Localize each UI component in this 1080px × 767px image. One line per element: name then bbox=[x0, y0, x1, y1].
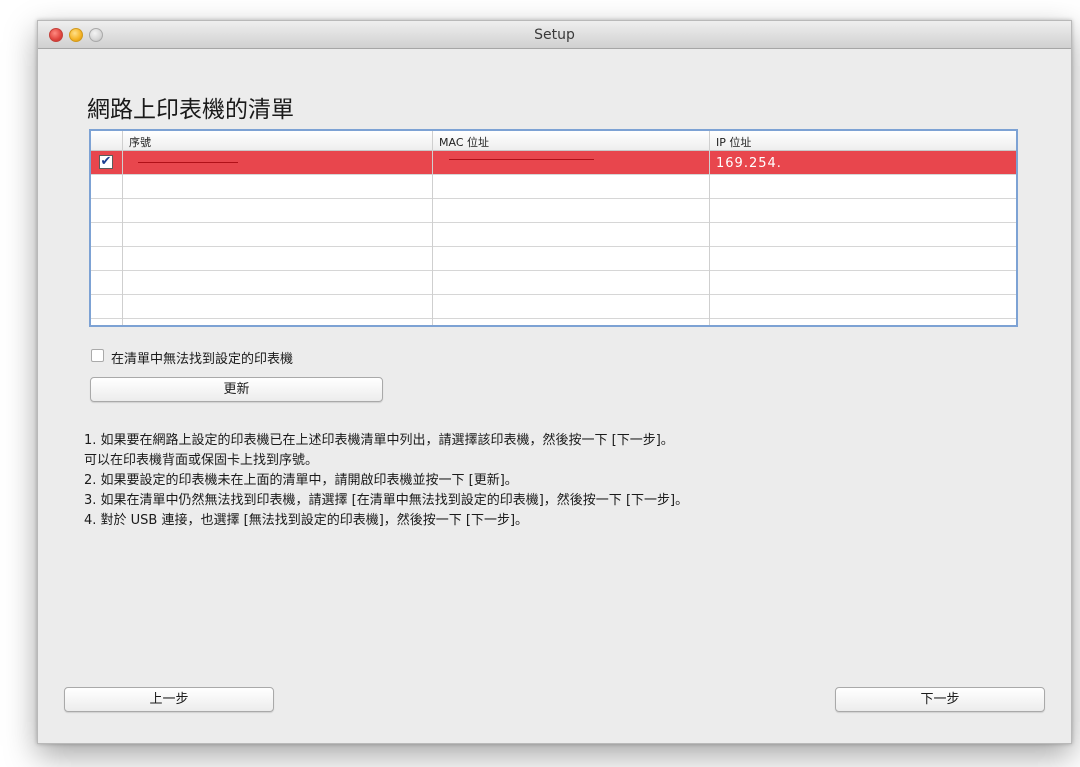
column-divider bbox=[709, 131, 710, 325]
instruction-line: 2. 如果要設定的印表機未在上面的清單中，請開啟印表機並按一下 [更新]。 bbox=[84, 473, 518, 488]
table-row[interactable] bbox=[91, 223, 1016, 247]
column-header-ip[interactable]: IP 位址 bbox=[716, 134, 751, 150]
printer-not-found-label[interactable]: 在清單中無法找到設定的印表機 bbox=[111, 348, 293, 367]
setup-window: Setup 網路上印表機的清單 序號 MAC 位址 IP 位址 ✔ 169.25… bbox=[37, 20, 1072, 744]
table-row[interactable] bbox=[91, 175, 1016, 199]
table-row[interactable] bbox=[91, 247, 1016, 271]
row-select-checkbox[interactable]: ✔ bbox=[99, 155, 113, 169]
instruction-line: 4. 對於 USB 連接，也選擇 [無法找到設定的印表機]，然後按一下 [下一步… bbox=[84, 513, 529, 528]
table-header: 序號 MAC 位址 IP 位址 bbox=[91, 131, 1016, 151]
table-row[interactable] bbox=[91, 271, 1016, 295]
table-row[interactable]: ✔ 169.254. bbox=[91, 151, 1016, 175]
printer-list-table[interactable]: 序號 MAC 位址 IP 位址 ✔ 169.254. bbox=[89, 129, 1018, 327]
table-row[interactable] bbox=[91, 295, 1016, 319]
instruction-line: 可以在印表機背面或保固卡上找到序號。 bbox=[84, 453, 319, 468]
back-button[interactable]: 上一步 bbox=[64, 687, 274, 712]
table-row[interactable] bbox=[91, 199, 1016, 223]
redacted-serial bbox=[138, 162, 238, 163]
column-divider bbox=[122, 131, 123, 325]
page-title: 網路上印表機的清單 bbox=[87, 97, 294, 123]
refresh-button[interactable]: 更新 bbox=[90, 377, 383, 402]
instruction-line: 1. 如果要在網路上設定的印表機已在上述印表機清單中列出，請選擇該印表機，然後按… bbox=[84, 433, 674, 448]
instruction-line: 3. 如果在清單中仍然無法找到印表機，請選擇 [在清單中無法找到設定的印表機]，… bbox=[84, 493, 689, 508]
ip-address-cell: 169.254. bbox=[716, 156, 782, 171]
instructions-text: 1. 如果要在網路上設定的印表機已在上述印表機清單中列出，請選擇該印表機，然後按… bbox=[84, 431, 1044, 531]
window-title: Setup bbox=[534, 27, 575, 43]
redacted-mac bbox=[449, 159, 594, 160]
column-header-mac[interactable]: MAC 位址 bbox=[439, 134, 489, 150]
next-button[interactable]: 下一步 bbox=[835, 687, 1045, 712]
column-divider bbox=[432, 131, 433, 325]
column-header-serial[interactable]: 序號 bbox=[129, 134, 151, 150]
printer-not-found-checkbox[interactable] bbox=[91, 349, 104, 362]
title-bar[interactable]: Setup bbox=[38, 21, 1071, 49]
